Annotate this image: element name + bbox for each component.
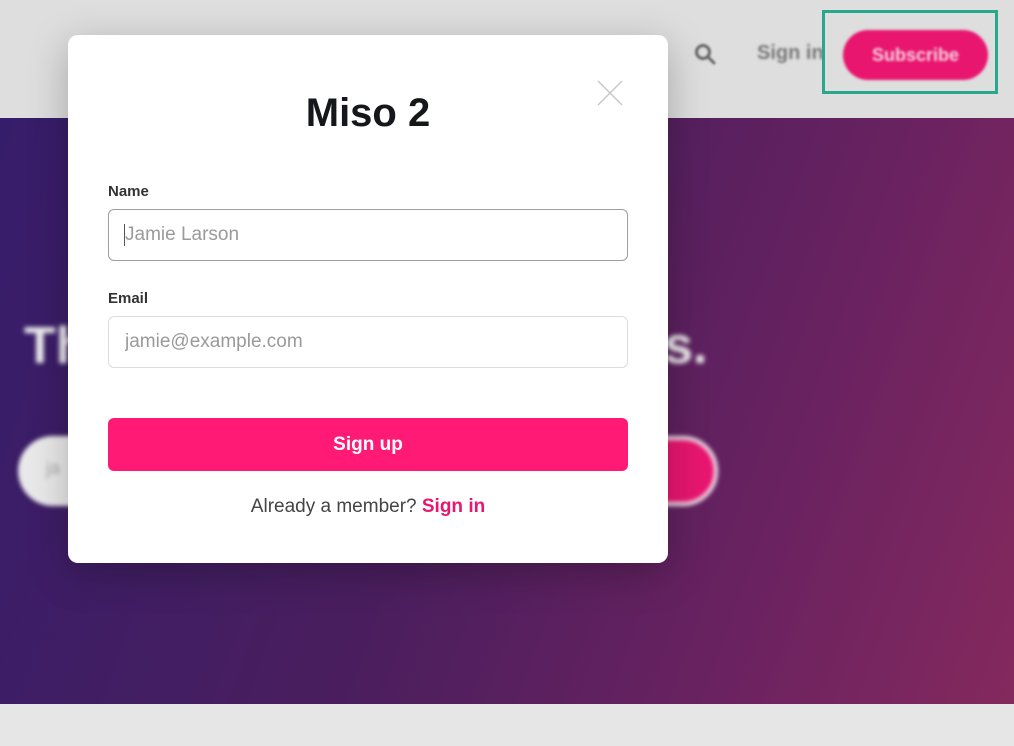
- subscribe-highlight-box: [822, 10, 998, 94]
- name-label: Name: [108, 183, 149, 200]
- hero-title-right: s.: [664, 317, 708, 375]
- modal-title: Miso 2: [305, 91, 431, 135]
- hero-input-hint: ja: [46, 458, 61, 478]
- name-input[interactable]: [108, 209, 628, 261]
- member-text: Already a member?: [250, 496, 417, 517]
- member-prompt: Already a member? Sign in: [68, 496, 668, 518]
- header-signin-link[interactable]: Sign in: [757, 42, 824, 65]
- text-cursor: [124, 224, 125, 246]
- signin-link[interactable]: Sign in: [422, 496, 485, 517]
- signup-modal: Miso 2 Name Email Sign up Already a memb…: [68, 35, 668, 563]
- page-footer: [0, 704, 1014, 746]
- search-icon[interactable]: [694, 43, 716, 65]
- email-input[interactable]: [108, 316, 628, 368]
- email-label: Email: [108, 290, 149, 307]
- signup-button[interactable]: Sign up: [108, 418, 628, 471]
